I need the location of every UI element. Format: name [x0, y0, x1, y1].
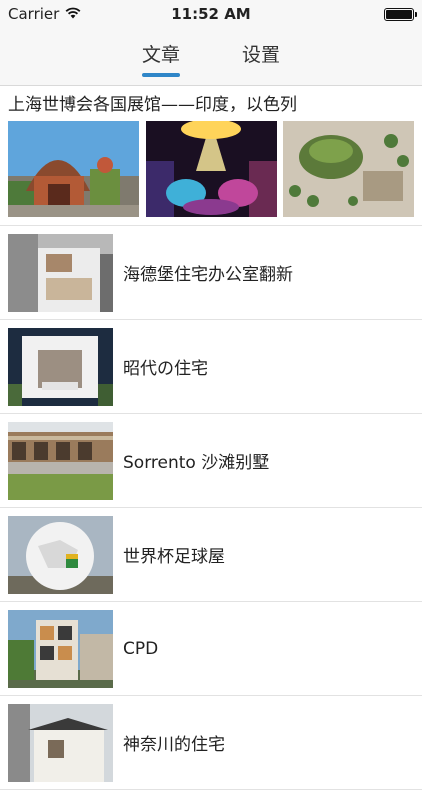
pavilion-interior-photo[interactable]	[145, 121, 277, 217]
featured-article[interactable]: 上海世博会各国展馆——印度，以色列	[0, 86, 422, 226]
featured-title: 上海世博会各国展馆——印度，以色列	[8, 95, 297, 115]
carrier-group: Carrier	[8, 5, 81, 23]
list-item[interactable]: 神奈川的住宅	[0, 696, 422, 790]
article-title: 昭代の住宅	[123, 359, 208, 379]
featured-gallery	[8, 121, 414, 217]
tab-bar: 文章 设置	[0, 28, 422, 86]
kanagawa-house-photo	[8, 704, 113, 782]
article-title: Sorrento 沙滩别墅	[123, 453, 270, 473]
heidelberg-house-photo	[8, 233, 113, 312]
pavilion-aerial-photo[interactable]	[283, 121, 414, 217]
article-title: 海德堡住宅办公室翻新	[123, 265, 293, 285]
sorrento-villa-photo	[8, 421, 113, 500]
showa-house-photo	[8, 327, 113, 406]
article-title: 神奈川的住宅	[123, 735, 225, 755]
list-item[interactable]: Sorrento 沙滩别墅	[0, 414, 422, 508]
article-title: 世界杯足球屋	[123, 547, 225, 567]
list-item[interactable]: 世界杯足球屋	[0, 508, 422, 602]
list-item[interactable]: 海德堡住宅办公室翻新	[0, 226, 422, 320]
carrier-label: Carrier	[8, 5, 60, 23]
list-item[interactable]: CPD	[0, 602, 422, 696]
article-title: CPD	[123, 638, 159, 659]
football-house-photo	[8, 515, 113, 594]
cpd-building-photo	[8, 609, 113, 688]
tab-settings[interactable]: 设置	[242, 34, 280, 79]
status-bar: Carrier 11:52 AM	[0, 0, 422, 28]
india-pavilion-photo[interactable]	[8, 121, 139, 217]
list-item[interactable]: 昭代の住宅	[0, 320, 422, 414]
tab-articles[interactable]: 文章	[141, 34, 181, 79]
battery-icon	[384, 7, 417, 21]
wifi-icon	[65, 5, 81, 23]
